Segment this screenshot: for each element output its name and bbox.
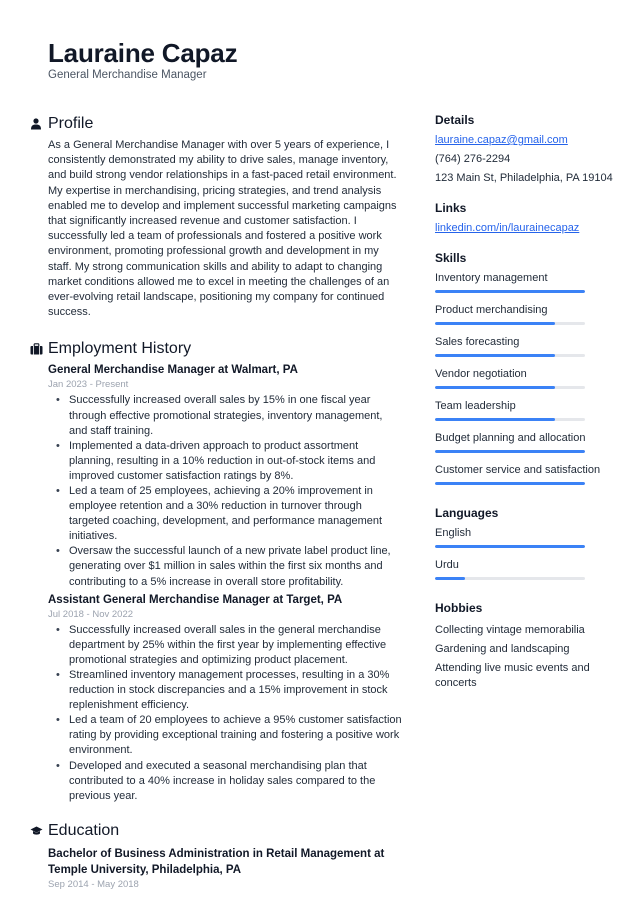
job-bullet: Successfully increased overall sales in …	[56, 623, 402, 668]
education-list: Bachelor of Business Administration in R…	[48, 846, 402, 891]
job-dates: Jan 2023 - Present	[48, 379, 129, 391]
details-title: Details	[435, 113, 475, 127]
address: 123 Main St, Philadelphia, PA 19104	[435, 172, 613, 184]
employment-header: Employment History	[30, 338, 402, 360]
skill-item: Sales forecasting	[435, 335, 615, 357]
education-header: Education	[30, 820, 402, 842]
skill-item-level-bar	[435, 290, 585, 293]
links-title: Links	[435, 201, 467, 215]
resume-header: Lauraine Capaz General Merchandise Manag…	[48, 38, 238, 82]
job-heading: General Merchandise Manager at Walmart, …	[48, 364, 298, 377]
language-item-level-bar	[435, 577, 585, 580]
jobs-list: General Merchandise Manager at Walmart, …	[48, 362, 402, 803]
job-bullet: Oversaw the successful launch of a new p…	[56, 544, 402, 589]
job-entry: General Merchandise Manager at Walmart, …	[48, 362, 402, 589]
job-entry: Assistant General Merchandise Manager at…	[48, 592, 402, 804]
profile-section: Profile As a General Merchandise Manager…	[30, 113, 402, 320]
employment-title: Employment History	[48, 340, 192, 358]
language-item-label: Urdu	[435, 559, 459, 571]
candidate-job-title: General Merchandise Manager	[48, 69, 207, 81]
job-bullet: Led a team of 25 employees, achieving a …	[56, 484, 402, 544]
phone-number: (764) 276-2294	[435, 153, 511, 165]
skill-item-level-fill	[435, 418, 555, 421]
sidebar: Details lauraine.capaz@gmail.com (764) 2…	[435, 112, 615, 705]
hobbies-title: Hobbies	[435, 601, 483, 615]
skill-item-label: Budget planning and allocation	[435, 432, 586, 444]
graduation-cap-icon	[30, 822, 48, 840]
skill-item-level-bar	[435, 450, 585, 453]
profile-summary: As a General Merchandise Manager with ov…	[48, 139, 397, 319]
language-item: English	[435, 526, 615, 548]
job-bullets: Successfully increased overall sales by …	[56, 393, 402, 589]
links-section: Links linkedin.com/in/laurainecapaz	[435, 200, 615, 236]
skill-item-label: Vendor negotiation	[435, 368, 527, 380]
linkedin-link[interactable]: linkedin.com/in/laurainecapaz	[435, 222, 579, 234]
hobby-item: Attending live music events and concerts	[435, 662, 590, 689]
languages-section: Languages English Urdu	[435, 505, 615, 580]
job-heading: Assistant General Merchandise Manager at…	[48, 593, 343, 606]
languages-list: English Urdu	[435, 526, 615, 580]
briefcase-icon	[30, 340, 48, 358]
profile-title: Profile	[48, 115, 94, 132]
language-item-label: English	[435, 527, 472, 539]
skill-item: Budget planning and allocation	[435, 431, 615, 453]
education-heading: Bachelor of Business Administration in R…	[48, 847, 385, 876]
skill-item: Product merchandising	[435, 303, 615, 325]
skill-item-level-fill	[435, 354, 555, 357]
language-item-level-fill	[435, 545, 585, 548]
skill-item-level-fill	[435, 386, 555, 389]
skill-item-level-bar	[435, 386, 585, 389]
skill-item-level-bar	[435, 354, 585, 357]
education-section: Education Bachelor of Business Administr…	[30, 820, 402, 891]
profile-header: Profile	[30, 113, 402, 135]
skill-item-level-fill	[435, 450, 585, 453]
skill-item-level-bar	[435, 322, 585, 325]
skills-section: Skills Inventory management Product merch…	[435, 250, 615, 485]
job-bullet: Implemented a data-driven approach to pr…	[56, 439, 402, 484]
hobbies-list: Collecting vintage memorabilia Gardening …	[435, 623, 615, 691]
skill-item-level-bar	[435, 482, 585, 485]
hobbies-section: Hobbies Collecting vintage memorabilia Ga…	[435, 600, 615, 691]
skills-title: Skills	[435, 251, 467, 265]
language-item-level-bar	[435, 545, 585, 548]
job-bullets: Successfully increased overall sales in …	[56, 623, 402, 804]
main-column: Profile As a General Merchandise Manager…	[30, 113, 402, 893]
skill-item-label: Customer service and satisfaction	[435, 464, 601, 476]
employment-section: Employment History General Merchandise M…	[30, 338, 402, 803]
skill-item-label: Inventory management	[435, 272, 548, 284]
skill-item: Team leadership	[435, 399, 615, 421]
skill-item: Customer service and satisfaction	[435, 463, 615, 485]
education-title: Education	[48, 821, 120, 839]
candidate-name: Lauraine Capaz	[48, 38, 238, 68]
job-bullet: Successfully increased overall sales by …	[56, 393, 402, 438]
skill-item-level-fill	[435, 290, 585, 293]
email-link[interactable]: lauraine.capaz@gmail.com	[435, 134, 568, 146]
hobby-item: Gardening and landscaping	[435, 643, 570, 655]
hobby-item: Collecting vintage memorabilia	[435, 624, 585, 636]
skill-item: Vendor negotiation	[435, 367, 615, 389]
skill-item-level-bar	[435, 418, 585, 421]
skill-item-label: Sales forecasting	[435, 336, 520, 348]
language-item: Urdu	[435, 558, 615, 580]
job-bullet: Streamlined inventory management process…	[56, 668, 402, 713]
person-icon	[30, 115, 48, 133]
skills-list: Inventory management Product merchandisin…	[435, 271, 615, 485]
skill-item: Inventory management	[435, 271, 615, 293]
skill-item-level-fill	[435, 482, 585, 485]
job-bullet: Developed and executed a seasonal mercha…	[56, 759, 402, 804]
languages-title: Languages	[435, 506, 499, 520]
education-entry: Bachelor of Business Administration in R…	[48, 846, 402, 891]
job-bullet: Led a team of 20 employees to achieve a …	[56, 713, 402, 758]
job-dates: Jul 2018 - Nov 2022	[48, 608, 134, 620]
education-dates: Sep 2014 - May 2018	[48, 878, 139, 890]
skill-item-label: Product merchandising	[435, 304, 548, 316]
skill-item-level-fill	[435, 322, 555, 325]
details-section: Details lauraine.capaz@gmail.com (764) 2…	[435, 112, 615, 186]
skill-item-label: Team leadership	[435, 400, 516, 412]
language-item-level-fill	[435, 577, 465, 580]
